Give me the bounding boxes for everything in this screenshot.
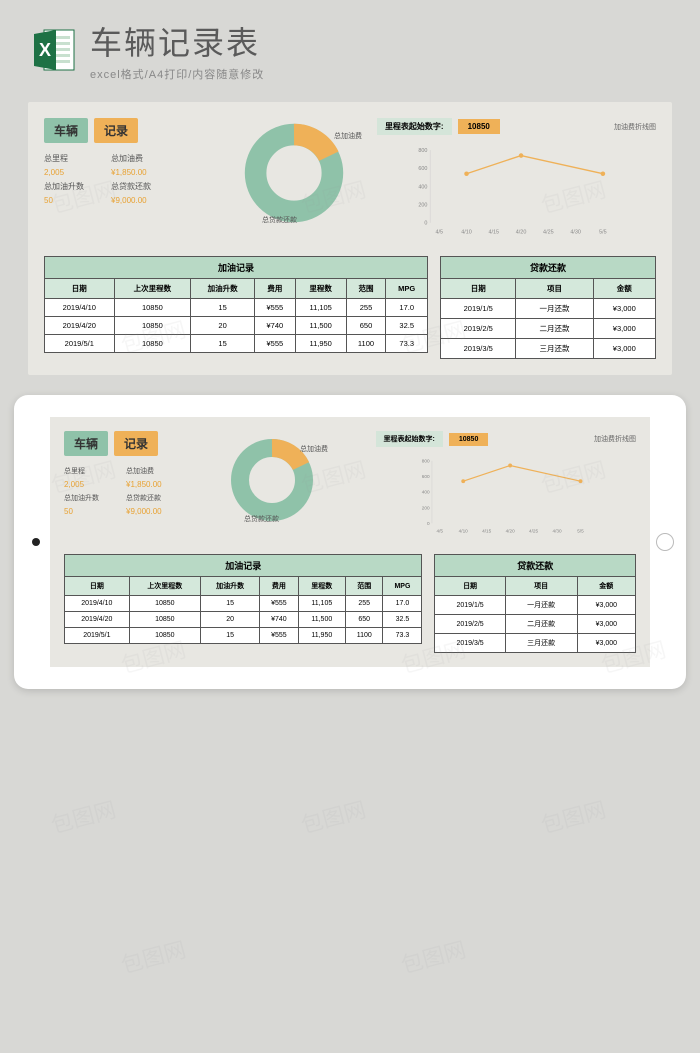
stat-loan-value: ¥9,000.00 — [111, 196, 164, 205]
svg-text:800: 800 — [421, 458, 429, 463]
page-subtitle: excel格式/A4打印/内容随意修改 — [90, 66, 670, 82]
svg-text:4/20: 4/20 — [505, 529, 515, 534]
tablet-camera-icon — [32, 538, 40, 546]
svg-text:600: 600 — [418, 166, 427, 172]
svg-text:5/5: 5/5 — [577, 529, 584, 534]
tag-vehicle: 车辆 — [64, 431, 108, 456]
svg-text:4/25: 4/25 — [543, 230, 554, 236]
line-chart: 0 200 400 600 800 4/5 4/10 4/15 4/20 4/25 4/3… — [377, 141, 656, 241]
svg-text:4/20: 4/20 — [516, 230, 527, 236]
svg-text:4/10: 4/10 — [458, 529, 468, 534]
excel-icon: X — [30, 26, 78, 74]
odometer-label: 里程表起始数字: — [377, 118, 452, 135]
line-chart: 0 200 400 600 800 4/5 4/10 4/15 4/20 4/25 4/3… — [376, 453, 636, 539]
svg-text:4/30: 4/30 — [552, 529, 562, 534]
stat-fuelcost-label: 总加油费 — [111, 153, 164, 164]
donut-chart: 总加油费 总贷款还款 — [234, 113, 354, 233]
tag-record: 记录 — [114, 431, 158, 456]
stat-mileage-label: 总里程 — [44, 153, 97, 164]
svg-text:4/5: 4/5 — [435, 230, 443, 236]
stat-liters-label: 总加油升数 — [44, 181, 97, 192]
stat-loan-label: 总贷款还款 — [111, 181, 164, 192]
svg-text:X: X — [39, 40, 51, 60]
loan-table: 日期 项目 金额 2019/1/5一月还款¥3,000 2019/2/5二月还款… — [440, 278, 656, 359]
preview-card-tablet: 车辆 记录 总里程 总加油费 2,005 ¥1,850.00 总加油升数 总贷款… — [14, 395, 686, 689]
svg-text:400: 400 — [421, 490, 429, 495]
stat-mileage-value: 2,005 — [44, 168, 97, 177]
svg-text:4/15: 4/15 — [488, 230, 499, 236]
tag-vehicle: 车辆 — [44, 118, 88, 143]
table-header-row: 日期 项目 金额 — [441, 279, 656, 299]
stat-liters-value: 50 — [44, 196, 97, 205]
preview-card-sheet: 车辆 记录 总里程 总加油费 2,005 ¥1,850.00 总加油升数 总贷款… — [28, 102, 672, 375]
page-header: X 车辆记录表 excel格式/A4打印/内容随意修改 — [0, 0, 700, 94]
table-row: 2019/1/5一月还款¥3,000 — [441, 299, 656, 319]
loan-table-title: 贷款还款 — [440, 256, 656, 278]
svg-text:400: 400 — [418, 184, 427, 190]
tag-record: 记录 — [94, 118, 138, 143]
svg-text:4/30: 4/30 — [570, 230, 581, 236]
donut-label-fuel: 总加油费 — [334, 131, 362, 141]
svg-text:600: 600 — [421, 474, 429, 479]
fuel-table: 日期 上次里程数 加油升数 费用 里程数 范围 MPG 2019/4/10108… — [44, 278, 428, 353]
table-row: 2019/4/101085015¥55511,10525517.0 — [45, 299, 428, 317]
table-row: 2019/5/11085015¥55511,950110073.3 — [45, 335, 428, 353]
table-header-row: 日期 上次里程数 加油升数 费用 里程数 范围 MPG — [45, 279, 428, 299]
fuel-table: 日期上次里程数加油升数费用里程数范围MPG 2019/4/101085015¥5… — [64, 576, 422, 644]
tablet-home-button-icon — [656, 533, 674, 551]
svg-text:5/5: 5/5 — [599, 230, 607, 236]
table-row: 2019/2/5二月还款¥3,000 — [441, 319, 656, 339]
stat-fuelcost-value: ¥1,850.00 — [111, 168, 164, 177]
donut-label-loan: 总贷款还款 — [262, 215, 297, 225]
odometer-value: 10850 — [458, 119, 500, 134]
svg-text:4/5: 4/5 — [436, 529, 443, 534]
svg-text:800: 800 — [418, 148, 427, 154]
fuel-table-title: 加油记录 — [44, 256, 428, 278]
donut-chart: 总加油费 总贷款还款 — [222, 430, 322, 530]
table-row: 2019/4/201085020¥74011,50065032.5 — [45, 317, 428, 335]
svg-text:4/25: 4/25 — [529, 529, 539, 534]
table-row: 2019/3/5三月还款¥3,000 — [441, 339, 656, 359]
loan-table: 日期项目金额 2019/1/5一月还款¥3,000 2019/2/5二月还款¥3… — [434, 576, 636, 653]
svg-text:0: 0 — [427, 521, 430, 526]
svg-text:0: 0 — [424, 221, 427, 227]
linechart-title: 加油费折线图 — [614, 122, 656, 132]
svg-text:200: 200 — [421, 505, 429, 510]
svg-text:4/10: 4/10 — [461, 230, 472, 236]
page-title: 车辆记录表 — [90, 18, 670, 64]
svg-text:4/15: 4/15 — [482, 529, 492, 534]
svg-text:200: 200 — [418, 202, 427, 208]
